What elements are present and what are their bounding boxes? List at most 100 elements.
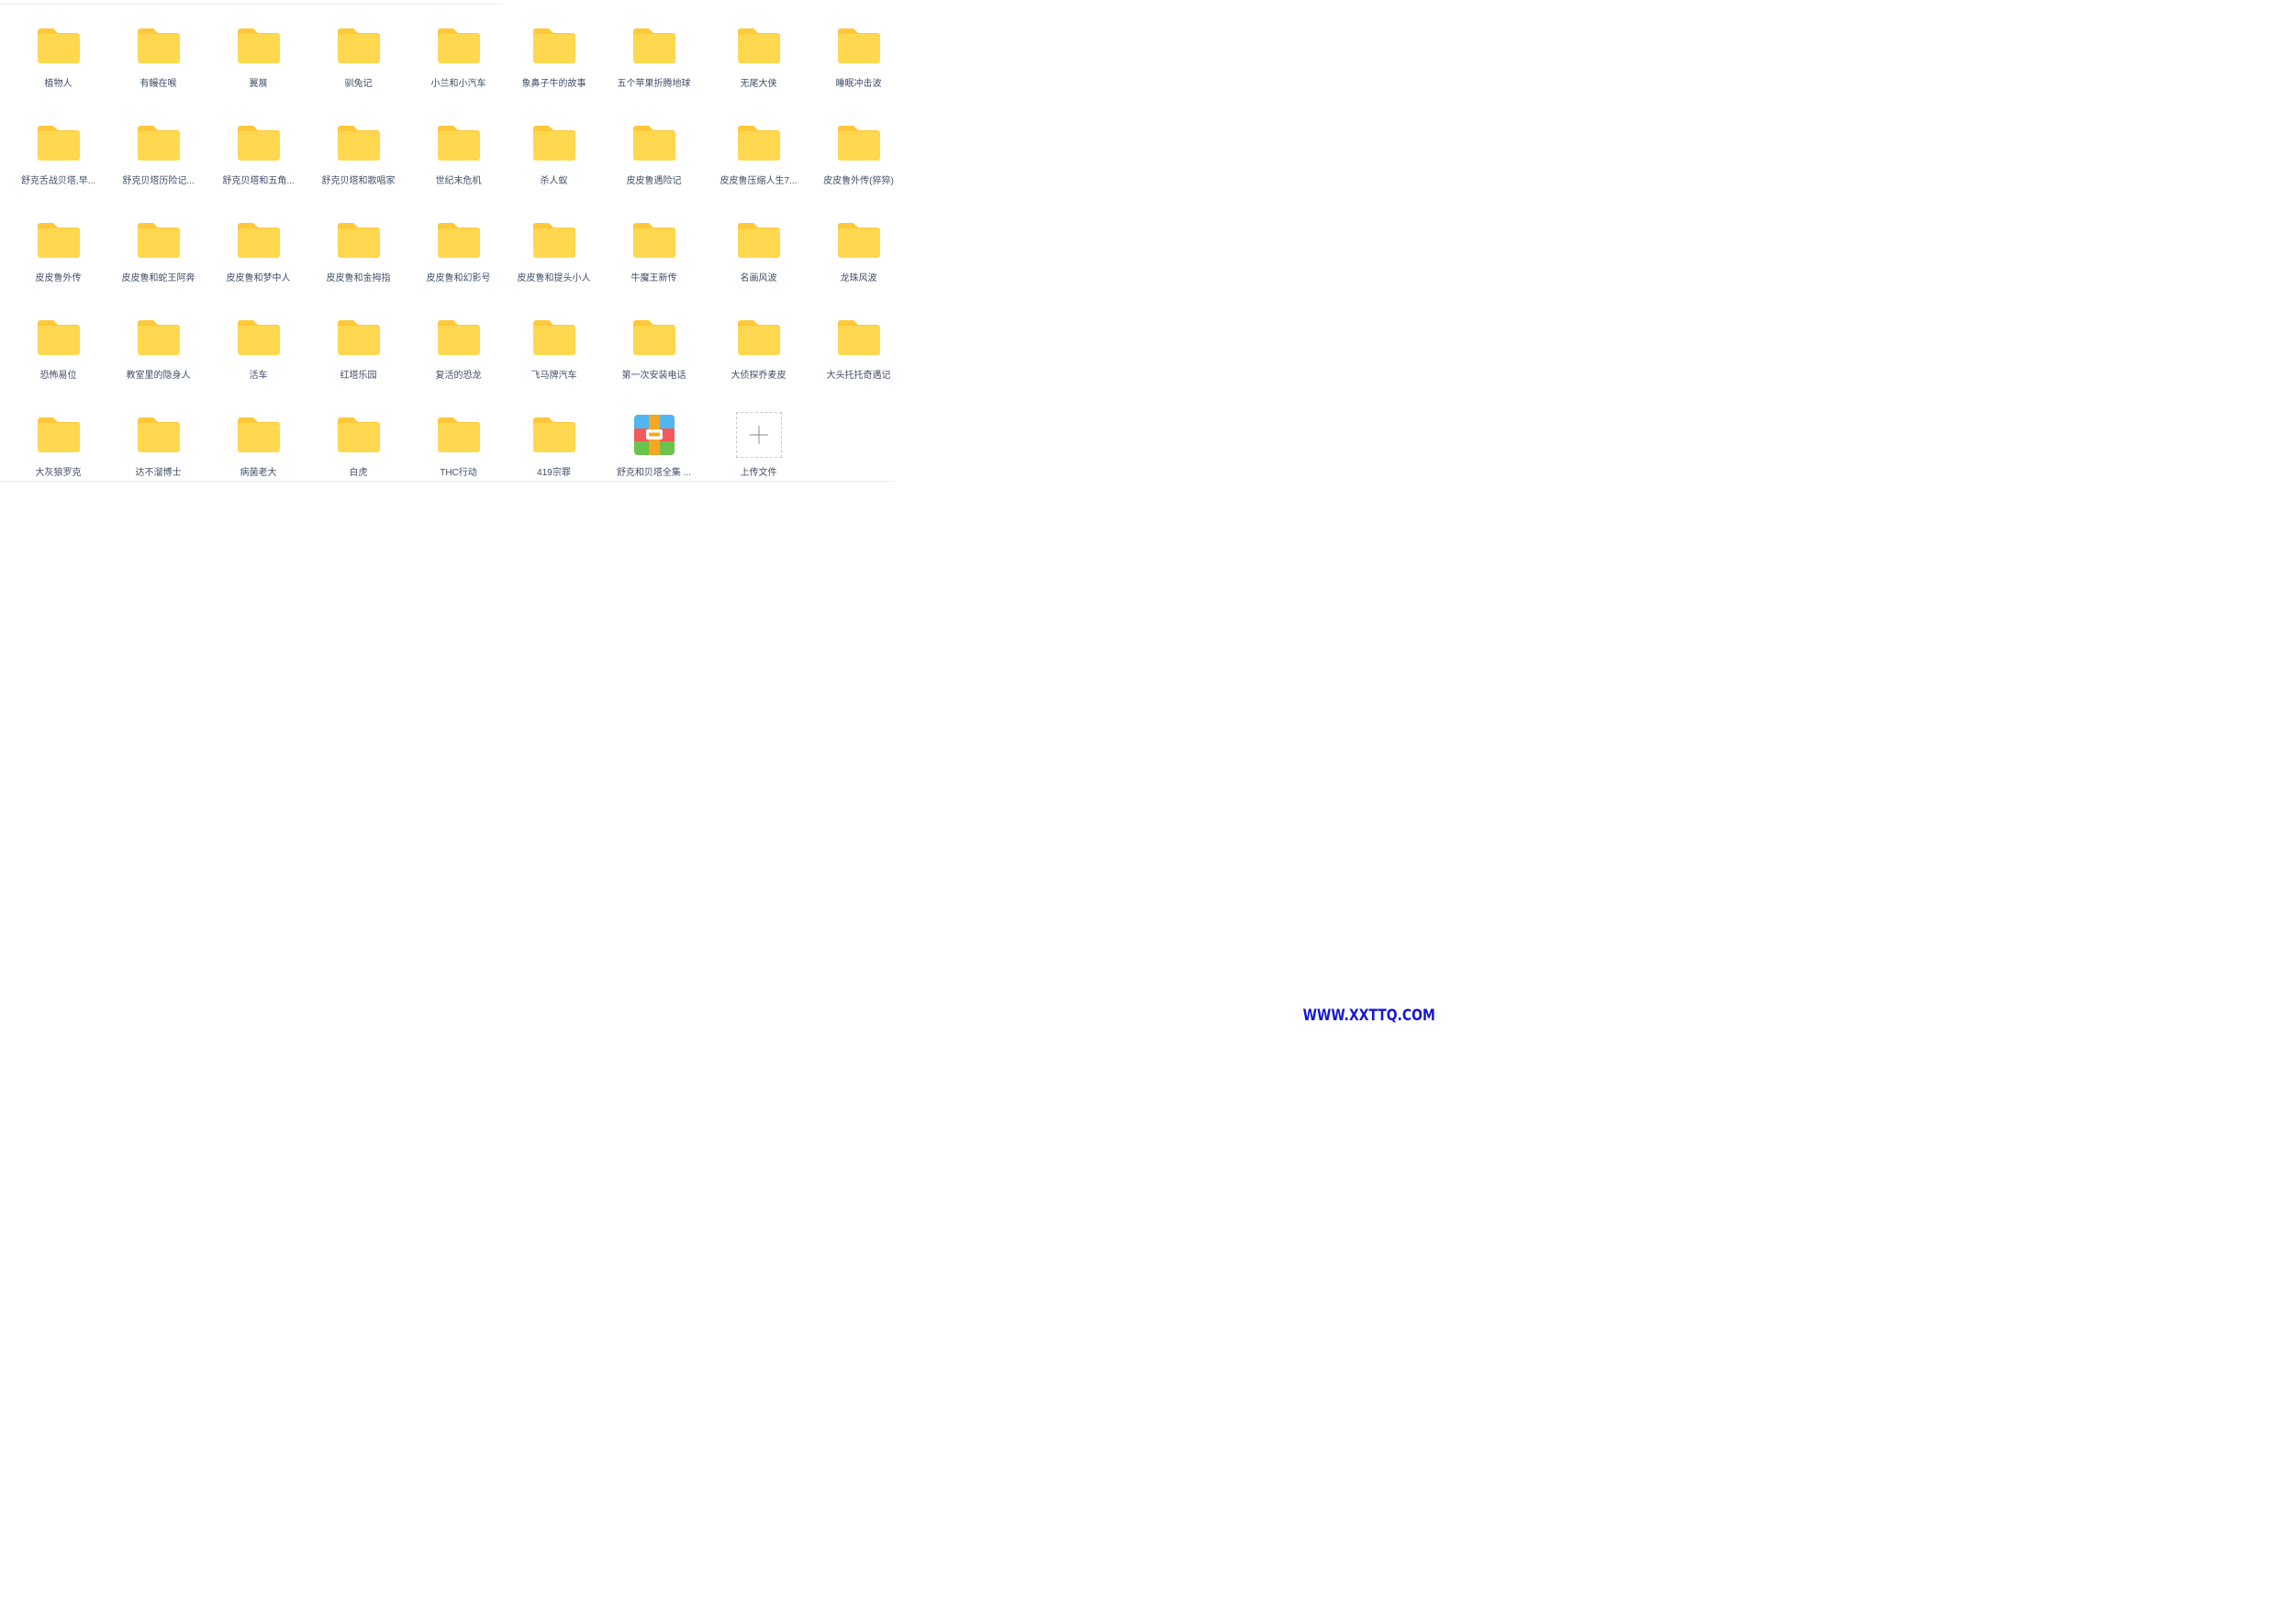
top-divider xyxy=(0,4,503,5)
folder-icon xyxy=(630,22,678,70)
item-label: 龙珠风波 xyxy=(840,273,877,284)
folder-icon xyxy=(135,314,183,362)
folder-item[interactable]: 活车 xyxy=(208,310,308,407)
folder-item[interactable]: 白虎 xyxy=(308,407,408,505)
folder-item[interactable]: 复活的恐龙 xyxy=(408,310,508,407)
item-label: 皮皮鲁遇险记 xyxy=(626,176,682,186)
upload-drop-box[interactable] xyxy=(735,412,782,458)
item-label: 大侦探乔麦皮 xyxy=(731,371,787,381)
folder-item[interactable]: 杀人蚁 xyxy=(508,116,599,213)
folder-icon xyxy=(35,314,83,362)
item-label: 植物人 xyxy=(44,79,73,89)
item-label: 驯兔记 xyxy=(344,79,373,89)
folder-item[interactable]: 第一次安装电话 xyxy=(599,310,708,407)
item-label: 睡眠冲击波 xyxy=(835,79,882,89)
folder-icon xyxy=(35,411,83,459)
folder-item[interactable]: 有鳗在喉 xyxy=(108,18,208,116)
folder-item[interactable]: 皮皮鲁遇险记 xyxy=(599,116,708,213)
folder-item[interactable]: 红塔乐园 xyxy=(308,310,408,407)
folder-item[interactable]: 舒克贝塔和歌唱家 xyxy=(308,116,408,213)
folder-item[interactable]: 五个苹果折腾地球 xyxy=(599,18,708,116)
folder-item[interactable]: 翼展 xyxy=(208,18,308,116)
folder-item[interactable]: 大头托托奇遇记 xyxy=(809,310,909,407)
folder-item[interactable]: 皮皮鲁和金拇指 xyxy=(308,213,408,310)
folder-item[interactable]: 龙珠风波 xyxy=(809,213,909,310)
folder-item[interactable]: 大灰狼罗克 xyxy=(8,407,108,505)
item-label: 皮皮鲁压缩人生7... xyxy=(720,176,798,186)
archive-file-item[interactable]: 舒克和贝塔全集 ... xyxy=(599,407,708,505)
item-label: 舒克贝塔和歌唱家 xyxy=(321,176,396,186)
item-label: 皮皮鲁外传 xyxy=(35,273,82,284)
item-label: 小兰和小汽车 xyxy=(430,79,486,89)
item-label: 红塔乐园 xyxy=(340,371,377,381)
upload-icon-container xyxy=(735,411,783,459)
folder-icon xyxy=(35,22,83,70)
item-label: 达不溜博士 xyxy=(135,468,182,478)
item-label: 杀人蚁 xyxy=(540,176,568,186)
folder-icon xyxy=(335,411,383,459)
item-label: 名画风波 xyxy=(740,273,777,284)
folder-item[interactable]: 大侦探乔麦皮 xyxy=(708,310,809,407)
folder-item[interactable]: 皮皮鲁和蛇王阿奔 xyxy=(108,213,208,310)
folder-icon xyxy=(835,217,883,264)
item-label: 飞马牌汽车 xyxy=(530,371,577,381)
item-label: 病菌老大 xyxy=(240,468,277,478)
folder-icon xyxy=(135,411,183,459)
folder-icon xyxy=(735,314,783,362)
item-label: 教室里的隐身人 xyxy=(126,371,191,381)
folder-item[interactable]: 小兰和小汽车 xyxy=(408,18,508,116)
folder-item[interactable]: 舒克贝塔历险记... xyxy=(108,116,208,213)
folder-item[interactable]: 驯兔记 xyxy=(308,18,408,116)
folder-item[interactable]: 教室里的隐身人 xyxy=(108,310,208,407)
folder-item[interactable]: 象鼻子牛的故事 xyxy=(508,18,599,116)
folder-item[interactable]: 皮皮鲁压缩人生7... xyxy=(708,116,809,213)
folder-item[interactable]: 皮皮鲁和幻影号 xyxy=(408,213,508,310)
item-label: 白虎 xyxy=(349,468,368,478)
item-label: 上传文件 xyxy=(740,468,777,478)
folder-item[interactable]: 牛魔王新传 xyxy=(599,213,708,310)
folder-item[interactable]: 皮皮鲁外传 xyxy=(8,213,108,310)
upload-file-button[interactable]: 上传文件 xyxy=(708,407,809,505)
folder-item[interactable]: 睡眠冲击波 xyxy=(809,18,909,116)
folder-item[interactable]: 皮皮鲁和提头小人 xyxy=(508,213,599,310)
item-label: 象鼻子牛的故事 xyxy=(521,79,586,89)
item-label: 皮皮鲁外传(猝猝) xyxy=(823,176,894,186)
folder-item[interactable]: 名画风波 xyxy=(708,213,809,310)
folder-item[interactable]: 皮皮鲁外传(猝猝) xyxy=(809,116,909,213)
folder-item[interactable]: 世纪末危机 xyxy=(408,116,508,213)
folder-icon xyxy=(235,22,283,70)
item-label: 大头托托奇遇记 xyxy=(826,371,891,381)
item-label: 有鳗在喉 xyxy=(139,79,177,89)
item-label: 大灰狼罗克 xyxy=(35,468,82,478)
folder-item[interactable]: THC行动 xyxy=(408,407,508,505)
folder-icon xyxy=(530,314,578,362)
folder-item[interactable]: 舒克舌战贝塔,早... xyxy=(8,116,108,213)
folder-item[interactable]: 达不溜博士 xyxy=(108,407,208,505)
folder-icon xyxy=(435,314,483,362)
folder-icon xyxy=(135,217,183,264)
folder-item[interactable]: 植物人 xyxy=(8,18,108,116)
folder-item[interactable]: 病菌老大 xyxy=(208,407,308,505)
item-label: 第一次安装电话 xyxy=(621,371,686,381)
item-label: 恐怖易位 xyxy=(39,371,77,381)
item-label: 皮皮鲁和蛇王阿奔 xyxy=(121,273,195,284)
folder-icon xyxy=(530,119,578,167)
folder-item[interactable]: 恐怖易位 xyxy=(8,310,108,407)
item-label: 皮皮鲁和幻影号 xyxy=(426,273,491,284)
folder-item[interactable]: 无尾大侠 xyxy=(708,18,809,116)
item-label: 舒克和贝塔全集 ... xyxy=(616,468,692,478)
folder-item[interactable]: 皮皮鲁和梦中人 xyxy=(208,213,308,310)
item-label: 五个苹果折腾地球 xyxy=(617,79,691,89)
folder-item[interactable]: 飞马牌汽车 xyxy=(508,310,599,407)
item-label: 皮皮鲁和金拇指 xyxy=(326,273,391,284)
folder-item[interactable]: 舒克贝塔和五角... xyxy=(208,116,308,213)
folder-icon xyxy=(835,314,883,362)
file-grid: 植物人 有鳗在喉 翼展 驯兔记 小兰和小汽车 象鼻子牛的故事 五个苹果折腾地球 无尾大侠 睡眠冲… xyxy=(8,18,909,505)
item-label: 无尾大侠 xyxy=(740,79,777,89)
archive-icon xyxy=(630,411,678,459)
folder-item[interactable]: 419宗罪 xyxy=(508,407,599,505)
folder-icon xyxy=(435,217,483,264)
folder-icon xyxy=(835,119,883,167)
folder-icon xyxy=(530,411,578,459)
folder-icon xyxy=(530,22,578,70)
